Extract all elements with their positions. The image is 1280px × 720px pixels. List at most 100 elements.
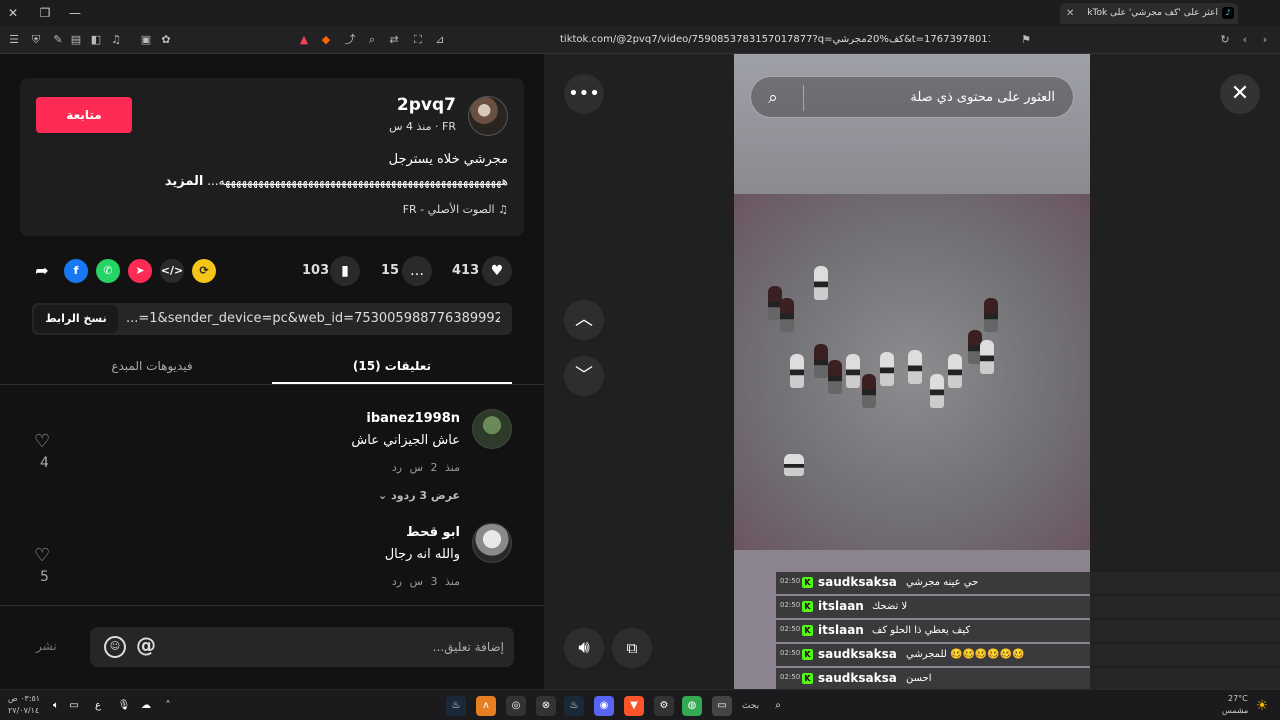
close-button[interactable]: ✕ [1220, 74, 1260, 114]
save-button[interactable]: ▮ [330, 256, 360, 286]
mention-icon[interactable]: @ [136, 633, 156, 657]
microphone-icon[interactable]: 🎙︎ [114, 696, 134, 716]
next-video-button[interactable]: ﹀ [564, 356, 604, 396]
settings-icon[interactable]: ⚙ [654, 696, 674, 716]
cloud-tray-icon[interactable]: ☁ [136, 696, 156, 716]
previous-video-button[interactable]: ︿ [564, 300, 604, 340]
tab-close-icon[interactable]: ✕ [1066, 3, 1074, 24]
brave-shield-icon[interactable]: ◆ [318, 32, 334, 48]
player-figure [780, 298, 794, 332]
search-icon[interactable]: ⌕ [768, 696, 788, 716]
reply-link[interactable]: رد [392, 461, 402, 474]
comment-input[interactable]: إضافة تعليق... ☺ @ [90, 627, 514, 667]
restore-window-icon[interactable]: ❐ [36, 4, 54, 22]
browser-tab-active[interactable]: ✕ اعثر على 'كف مجرشي' على TikTok ♪ [1060, 3, 1238, 24]
tiktok-icon: ♪ [1222, 7, 1234, 19]
address-bar[interactable]: tiktok.com/@2pvq7/video/7590853783157017… [560, 31, 990, 49]
view-replies-link[interactable]: عرض 3 ردود ⌄ [378, 489, 460, 502]
tab-creator-videos[interactable]: فيديوهات المبدع [32, 348, 272, 384]
sun-icon[interactable]: ☀ [1252, 696, 1272, 716]
pip-button[interactable]: ⧉ [612, 628, 652, 668]
volume-button[interactable]: 🔊︎ [564, 628, 604, 668]
tab-comments[interactable]: تعليقات (15) [272, 348, 512, 384]
clock-date[interactable]: ٢٧/٠٧/١٤ [8, 706, 39, 715]
chevron-up-icon[interactable]: ˄ [158, 696, 178, 716]
back-icon[interactable]: ‹ [1237, 32, 1253, 48]
app-icon[interactable]: ʌ [476, 696, 496, 716]
details-panel: متابعة 2pvq7 FR · منذ 4 س مجرشي خلاه يست… [0, 54, 544, 689]
bookmark-icon[interactable]: ⚑ [1018, 32, 1034, 48]
volume-tray-icon[interactable]: 🔈︎ [46, 696, 66, 716]
xbox-icon[interactable]: ⊗ [536, 696, 556, 716]
zoom-icon[interactable]: ⌕ [364, 32, 380, 48]
wallet-icon[interactable]: ▣ [138, 32, 154, 48]
discord-icon[interactable]: ◉ [594, 696, 614, 716]
reader-icon[interactable]: ⊿ [432, 32, 448, 48]
chat-text: 🥴🥴🥴🥴🥴🥴 للمجرشي [906, 649, 1025, 660]
menu-icon[interactable]: ☰ [6, 32, 22, 48]
app-icon[interactable]: ◎ [506, 696, 526, 716]
steam-icon[interactable]: ♨ [446, 696, 466, 716]
more-options-button[interactable]: ••• [564, 74, 604, 114]
author-name[interactable]: 2pvq7 [397, 95, 456, 115]
emoji-icon[interactable]: ☺ [104, 636, 126, 658]
edit-icon[interactable]: ✎ [50, 32, 66, 48]
screenshot-icon[interactable]: ⛶ [410, 32, 426, 48]
weather-temp[interactable]: 27°C [1228, 694, 1248, 703]
like-button[interactable]: ♥ [482, 256, 512, 286]
brave-icon[interactable]: ▼ [624, 696, 644, 716]
forward-icon[interactable]: › [1257, 32, 1273, 48]
weather-desc[interactable]: مشمس [1222, 706, 1248, 715]
post-button[interactable]: نشر [36, 639, 57, 653]
translate-icon[interactable]: ⇄ [386, 32, 402, 48]
commenter-name[interactable]: ibanez1998n [366, 411, 460, 426]
close-window-icon[interactable]: ✕ [4, 4, 22, 22]
comment-time: منذ 2 س [409, 461, 460, 474]
picture-in-picture-icon: ⧉ [626, 639, 638, 657]
copy-link-button[interactable]: نسخ الرابط [34, 305, 118, 333]
comment-item: ibanez1998n عاش الجيزاني عاش منذ 2 س رد … [0, 409, 544, 509]
send-icon[interactable]: ➤ [128, 259, 152, 283]
tabs-icon[interactable]: ▤ [68, 32, 84, 48]
minimize-window-icon[interactable]: — [66, 4, 84, 22]
network-tray-icon[interactable]: ▭ [64, 696, 84, 716]
taskbar-search[interactable]: بحث [742, 701, 759, 711]
repost-icon[interactable]: ⟳ [192, 259, 216, 283]
embed-icon[interactable]: </> [160, 259, 184, 283]
comment-like-icon[interactable]: ♡ [34, 545, 50, 566]
facebook-icon[interactable]: f [64, 259, 88, 283]
file-explorer-icon[interactable]: ▭ [712, 696, 732, 716]
steam-icon[interactable]: ♨ [564, 696, 584, 716]
reply-link[interactable]: رد [392, 575, 402, 588]
music-icon[interactable]: ♫ [108, 32, 124, 48]
whatsapp-icon[interactable]: ✆ [96, 259, 120, 283]
comment-placeholder: إضافة تعليق... [432, 640, 504, 654]
ellipsis-icon: ••• [568, 83, 600, 104]
share-icon[interactable]: ➦ [30, 259, 54, 283]
follow-button[interactable]: متابعة [36, 97, 132, 133]
brave-rewards-icon[interactable]: ▲ [296, 32, 312, 48]
comment-like-icon[interactable]: ♡ [34, 431, 50, 452]
language-indicator[interactable]: ع [88, 696, 108, 716]
reload-icon[interactable]: ↻ [1217, 32, 1233, 48]
comment-text: عاش الجيزاني عاش [351, 433, 460, 448]
sidebar-icon[interactable]: ◧ [88, 32, 104, 48]
os-taskbar: ٠٣:٥١ ص ٢٧/٠٧/١٤ 🔈︎ ▭ ع 🎙︎ ☁ ˄ ♨ ʌ ◎ ⊗ ♨… [0, 689, 1280, 720]
author-avatar[interactable] [468, 96, 508, 136]
commenter-name[interactable]: ابو قحط [406, 525, 460, 540]
commenter-avatar[interactable] [472, 523, 512, 563]
more-link[interactable]: المزيد [165, 174, 204, 189]
chrome-icon[interactable]: ◍ [682, 696, 702, 716]
share-page-icon[interactable]: ⤴ [342, 32, 358, 48]
extensions-icon[interactable]: ✿ [158, 32, 174, 48]
comment-like-count: 5 [40, 569, 49, 585]
comment-button[interactable]: … [402, 256, 432, 286]
related-search-pill[interactable]: ⌕ العثور على محتوى ذي صلة [750, 76, 1074, 118]
commenter-avatar[interactable] [472, 409, 512, 449]
comment-text: والله انه رجال [384, 547, 460, 562]
clock-time[interactable]: ٠٣:٥١ ص [8, 694, 40, 703]
shield-icon[interactable]: ⛨ [28, 32, 44, 48]
share-link-text[interactable]: ...=1&sender_device=pc&web_id=7530059887… [126, 303, 500, 335]
chat-time: 02:50 [780, 601, 801, 609]
sound-link[interactable]: ♫ الصوت الأصلي - FR [403, 203, 508, 216]
